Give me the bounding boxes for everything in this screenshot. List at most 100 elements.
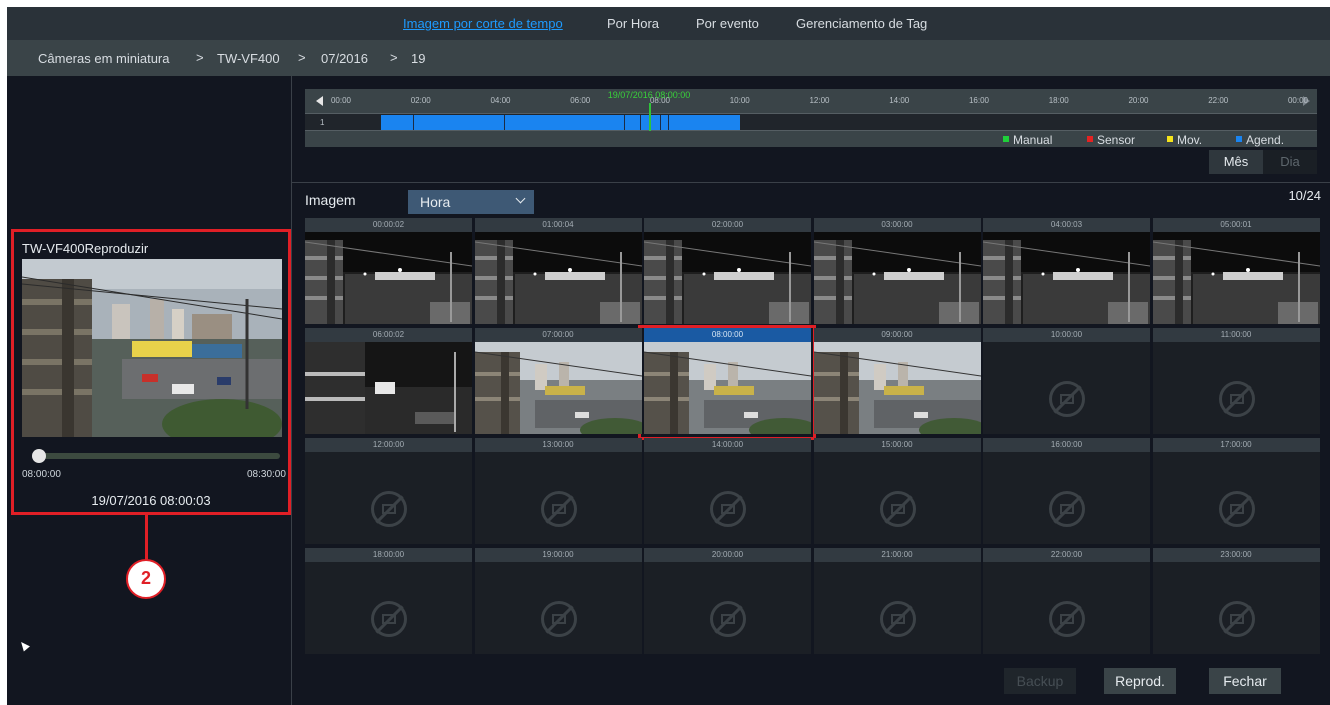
legend-sensor-swatch bbox=[1087, 136, 1093, 142]
no-image-icon bbox=[710, 491, 746, 527]
thumbnail-empty bbox=[1153, 342, 1320, 434]
thumbnail-cell[interactable]: 15:00:00 bbox=[813, 438, 981, 544]
no-image-icon bbox=[710, 601, 746, 637]
thumbnail-image bbox=[644, 232, 811, 324]
thumbnail-time: 06:00:02 bbox=[305, 328, 472, 342]
timeline-hour-label: 00:00 bbox=[1287, 96, 1309, 105]
thumbnail-image bbox=[644, 342, 811, 434]
breadcrumb-item-month[interactable]: 07/2016 bbox=[321, 51, 368, 66]
timeline-current-time: 19/07/2016 08:00:00 bbox=[607, 90, 691, 100]
timeline-hour-label: 12:00 bbox=[809, 96, 830, 105]
timeline-segment-break bbox=[667, 115, 669, 130]
thumbnail-cell[interactable]: 11:00:00 bbox=[1152, 328, 1320, 434]
section-divider bbox=[291, 182, 1330, 183]
interval-select-value: Hora bbox=[420, 194, 451, 210]
month-view-button[interactable]: Mês bbox=[1209, 150, 1263, 174]
thumbnail-time: 05:00:01 bbox=[1152, 218, 1320, 232]
thumbnail-cell[interactable]: 00:00:02 bbox=[305, 218, 472, 324]
thumbnail-cell[interactable]: 21:00:00 bbox=[813, 548, 981, 654]
tab-by-event[interactable]: Por evento bbox=[696, 16, 759, 31]
thumbnail-cell[interactable]: 05:00:01 bbox=[1152, 218, 1320, 324]
timeline-cursor[interactable] bbox=[649, 103, 651, 131]
thumbnail-cell[interactable]: 03:00:00 bbox=[813, 218, 981, 324]
no-image-icon bbox=[1218, 601, 1255, 637]
no-image-icon bbox=[1218, 381, 1255, 417]
thumbnail-time: 15:00:00 bbox=[813, 438, 981, 452]
thumbnail-time: 14:00:00 bbox=[644, 438, 811, 452]
timeline-segment-break bbox=[624, 115, 626, 130]
timeline-prev-icon[interactable] bbox=[316, 96, 323, 106]
close-button[interactable]: Fechar bbox=[1209, 668, 1281, 694]
breadcrumb-item-camera[interactable]: TW-VF400 bbox=[217, 51, 280, 66]
no-image-icon bbox=[1049, 601, 1085, 637]
timeline-hour-label: 06:00 bbox=[570, 96, 591, 105]
breadcrumb-separator: > bbox=[196, 50, 204, 65]
thumbnail-cell[interactable]: 04:00:03 bbox=[983, 218, 1150, 324]
thumbnail-cell[interactable]: 16:00:00 bbox=[983, 438, 1150, 544]
thumbnail-image bbox=[1152, 232, 1320, 324]
thumbnail-image bbox=[474, 232, 642, 324]
thumbnail-empty bbox=[814, 562, 981, 654]
no-image-icon bbox=[540, 601, 577, 637]
thumbnail-cell[interactable]: 14:00:00 bbox=[644, 438, 811, 544]
timeline-segment-break bbox=[412, 115, 414, 130]
timeline-hour-label: 18:00 bbox=[1048, 96, 1069, 105]
thumbnail-cell[interactable]: 07:00:00 bbox=[474, 328, 642, 434]
thumbnail-time: 21:00:00 bbox=[813, 548, 981, 562]
timeline-bar[interactable]: 00:00 02:00 04:00 06:00 08:00 10:00 12:00 14:00… bbox=[305, 89, 1317, 147]
panel-divider bbox=[291, 76, 292, 705]
tab-tag-management[interactable]: Gerenciamento de Tag bbox=[796, 16, 927, 31]
day-view-button[interactable]: Dia bbox=[1263, 150, 1317, 174]
thumbnail-cell[interactable]: 18:00:00 bbox=[305, 548, 472, 654]
thumbnail-image bbox=[474, 342, 642, 434]
tab-by-hour[interactable]: Por Hora bbox=[607, 16, 659, 31]
thumbnail-cell[interactable]: 02:00:00 bbox=[644, 218, 811, 324]
thumbnail-empty bbox=[305, 452, 472, 544]
thumbnail-cell[interactable]: 08:00:00 bbox=[644, 328, 811, 434]
thumbnail-empty bbox=[983, 452, 1150, 544]
no-image-icon bbox=[879, 601, 916, 637]
no-image-icon bbox=[1049, 491, 1085, 527]
thumbnail-time: 16:00:00 bbox=[983, 438, 1150, 452]
legend-manual: Manual bbox=[1003, 133, 1052, 147]
thumbnail-time: 17:00:00 bbox=[1152, 438, 1320, 452]
no-image-icon bbox=[371, 491, 407, 527]
no-image-icon bbox=[1049, 381, 1085, 417]
breadcrumb-item-day[interactable]: 19 bbox=[411, 51, 425, 66]
thumbnail-cell[interactable]: 13:00:00 bbox=[474, 438, 642, 544]
legend-schedule: Agend. bbox=[1236, 133, 1284, 147]
thumbnail-cell[interactable]: 01:00:04 bbox=[474, 218, 642, 324]
timeline-recording-segment[interactable] bbox=[380, 115, 740, 130]
thumbnail-time: 13:00:00 bbox=[474, 438, 642, 452]
thumbnail-cell[interactable]: 19:00:00 bbox=[474, 548, 642, 654]
tab-time-slice[interactable]: Imagem por corte de tempo bbox=[403, 16, 563, 31]
thumbnail-image bbox=[813, 342, 981, 434]
timeline-hour-label: 14:00 bbox=[889, 96, 910, 105]
image-filter-label: Imagem bbox=[305, 192, 356, 208]
no-image-icon bbox=[879, 491, 916, 527]
thumbnail-time: 03:00:00 bbox=[813, 218, 981, 232]
breadcrumb-separator: > bbox=[390, 50, 398, 65]
play-button[interactable]: Reprod. bbox=[1104, 668, 1176, 694]
mouse-cursor-icon bbox=[18, 639, 30, 652]
backup-button[interactable]: Backup bbox=[1004, 668, 1076, 694]
thumbnail-cell[interactable]: 06:00:02 bbox=[305, 328, 472, 434]
thumbnail-cell[interactable]: 23:00:00 bbox=[1152, 548, 1320, 654]
thumbnail-time: 08:00:00 bbox=[644, 328, 811, 342]
interval-select[interactable]: Hora bbox=[408, 190, 534, 214]
breadcrumb: Câmeras em miniatura > TW-VF400 > 07/201… bbox=[7, 40, 1330, 76]
thumbnail-time: 23:00:00 bbox=[1152, 548, 1320, 562]
thumbnail-cell[interactable]: 09:00:00 bbox=[813, 328, 981, 434]
thumbnail-cell[interactable]: 17:00:00 bbox=[1152, 438, 1320, 544]
thumbnail-cell[interactable]: 10:00:00 bbox=[983, 328, 1150, 434]
thumbnail-cell[interactable]: 22:00:00 bbox=[983, 548, 1150, 654]
timeline-track[interactable]: 1 bbox=[305, 113, 1317, 131]
breadcrumb-item-thumbnails[interactable]: Câmeras em miniatura bbox=[38, 51, 170, 66]
thumbnail-cell[interactable]: 20:00:00 bbox=[644, 548, 811, 654]
timeline-hour-label: 02:00 bbox=[410, 96, 431, 105]
thumbnail-empty bbox=[644, 452, 811, 544]
thumbnail-cell[interactable]: 12:00:00 bbox=[305, 438, 472, 544]
timeline-hour-label: 16:00 bbox=[968, 96, 990, 105]
thumbnail-time: 11:00:00 bbox=[1152, 328, 1320, 342]
thumbnail-grid: 00:00:02 01:00:04 02:00:00 03:00:00 04:0… bbox=[305, 218, 1320, 654]
